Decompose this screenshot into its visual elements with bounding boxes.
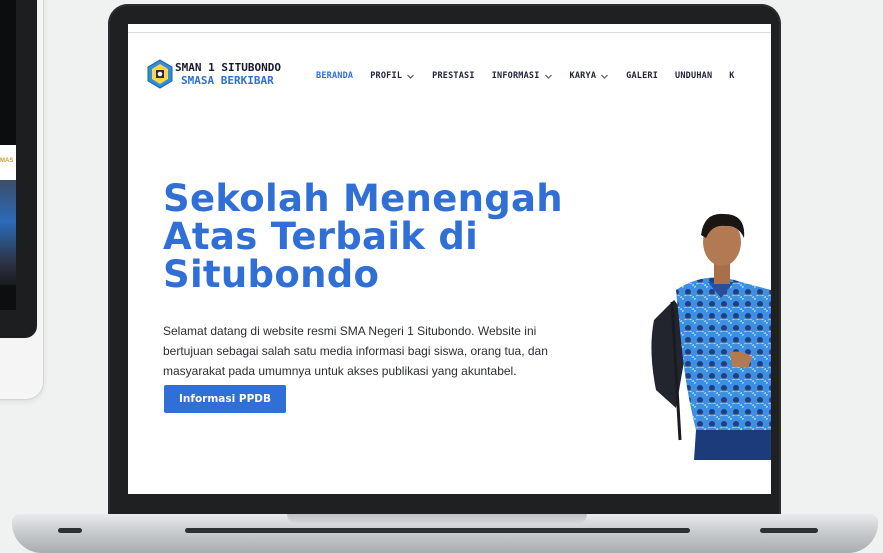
chevron-down-icon <box>601 74 609 79</box>
tablet-screen: MAS <box>0 0 16 310</box>
laptop-vent <box>58 528 82 533</box>
nav-item-informasi[interactable]: INFORMASI <box>492 71 553 81</box>
nav-item-partial[interactable]: K <box>729 71 734 81</box>
nav-item-beranda[interactable]: BERANDA <box>316 71 353 81</box>
nav-item-profil[interactable]: PROFIL <box>370 71 415 81</box>
student-photo <box>651 213 771 460</box>
nav-item-unduhan[interactable]: UNDUHAN <box>675 71 712 81</box>
hero-desc-line: bertujuan sebagai salah satu media infor… <box>163 344 548 358</box>
logo-subtitle: SMASA BERKIBAR <box>181 74 274 87</box>
main-nav: BERANDA PROFIL PRESTASI INFORMASI KARYA … <box>316 71 752 81</box>
hero-title-line: Sekolah Menengah <box>163 177 563 220</box>
laptop-notch <box>287 514 587 524</box>
chevron-down-icon <box>544 74 552 79</box>
hero-desc-line: masyarakat pada umumnya untuk akses publ… <box>163 364 517 378</box>
hero-title-line: Situbondo <box>163 253 380 296</box>
laptop-vent <box>760 528 818 533</box>
tablet-photo <box>0 180 16 285</box>
hero-desc-line: Selamat datang di website resmi SMA Nege… <box>163 324 537 338</box>
nav-label: PRESTASI <box>432 71 475 81</box>
tablet-partial-text: MAS <box>0 158 14 164</box>
nav-label: KARYA <box>569 71 597 81</box>
hero-title-line: Atas Terbaik di <box>163 215 479 258</box>
nav-label: BERANDA <box>316 71 354 81</box>
nav-label: K <box>729 71 735 81</box>
nav-label: GALERI <box>626 71 659 81</box>
site-logo[interactable]: SMAN 1 SITUBONDO SMASA BERKIBAR <box>147 59 281 89</box>
nav-label: PROFIL <box>370 71 403 81</box>
nav-label: UNDUHAN <box>675 71 713 81</box>
nav-item-prestasi[interactable]: PRESTASI <box>432 71 475 81</box>
logo-title: SMAN 1 SITUBONDO <box>175 61 281 74</box>
chevron-down-icon <box>407 74 415 79</box>
laptop-screen: SMAN 1 SITUBONDO SMASA BERKIBAR BERANDA … <box>128 24 771 494</box>
hero-description: Selamat datang di website resmi SMA Nege… <box>163 321 583 381</box>
laptop-vent <box>185 528 690 533</box>
nav-item-karya[interactable]: KARYA <box>570 71 610 81</box>
informasi-ppdb-button[interactable]: Informasi PPDB <box>164 385 286 413</box>
nav-label: INFORMASI <box>491 71 540 81</box>
nav-item-galeri[interactable]: GALERI <box>626 71 658 81</box>
school-logo-icon <box>147 59 173 89</box>
hero-title: Sekolah Menengah Atas Terbaik di Situbon… <box>163 180 583 294</box>
